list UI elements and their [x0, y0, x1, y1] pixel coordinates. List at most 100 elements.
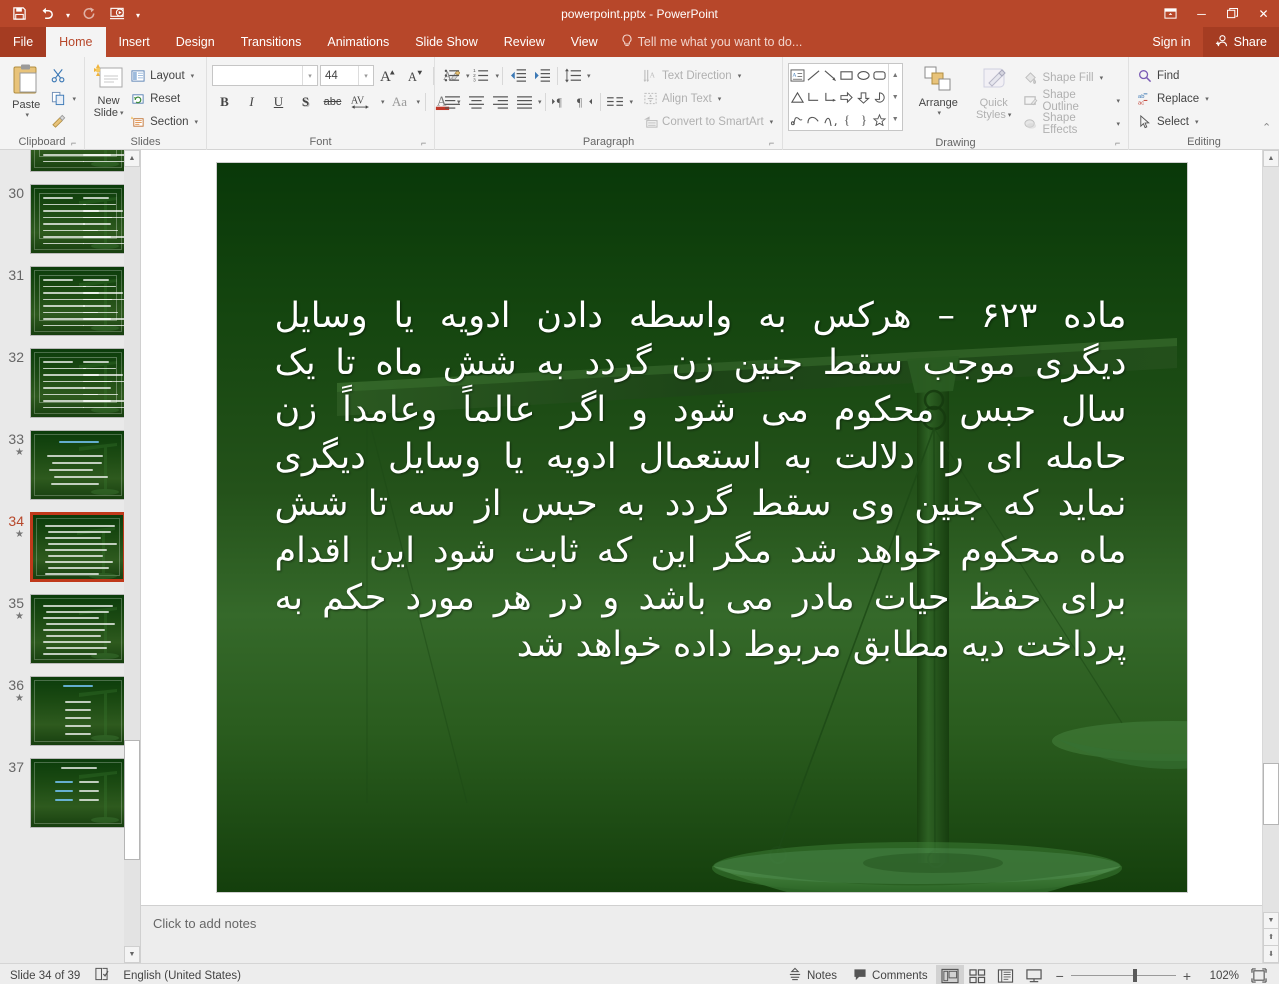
italic-button[interactable]: I — [239, 90, 264, 113]
columns-dropdown-icon[interactable]: ▾ — [630, 98, 634, 106]
tab-home[interactable]: Home — [46, 27, 106, 57]
center-button[interactable] — [464, 90, 488, 113]
start-slideshow-icon[interactable] — [104, 3, 130, 25]
new-slide-dropdown-icon[interactable]: ▾ — [120, 109, 124, 117]
increase-indent-button[interactable] — [530, 64, 554, 87]
shape-elbow-arrow-connector[interactable] — [822, 86, 838, 108]
redo-icon[interactable] — [76, 3, 102, 25]
scroll-thumb[interactable] — [1263, 763, 1279, 825]
ribbon-display-options-icon[interactable] — [1155, 0, 1186, 27]
shape-right-brace[interactable]: } — [855, 108, 871, 130]
text-shadow-button[interactable]: S — [293, 90, 318, 113]
change-case-button[interactable]: Aa — [387, 90, 413, 113]
reset-button[interactable]: Reset — [127, 87, 201, 110]
cut-button[interactable] — [47, 64, 79, 87]
animation-star-icon[interactable]: ★ — [0, 529, 30, 540]
align-right-button[interactable] — [488, 90, 512, 113]
spellcheck-icon[interactable] — [94, 967, 109, 984]
thumb-scroll-up-button[interactable]: ▲ — [124, 150, 140, 167]
minimize-button[interactable]: ─ — [1186, 0, 1217, 27]
undo-dropdown-icon[interactable]: ▾ — [62, 3, 74, 25]
next-slide-button[interactable]: ⬇ — [1263, 946, 1279, 963]
left-to-right-button[interactable]: ¶ — [549, 90, 573, 113]
font-name-dropdown-icon[interactable]: ▾ — [302, 66, 317, 85]
slide-thumbnail-item[interactable]: 35 ★ — [0, 588, 140, 670]
slide-vertical-scrollbar[interactable]: ▲ ▼ ⬆ ⬇ — [1262, 150, 1279, 963]
text-direction-button[interactable]: A Text Direction ▾ — [639, 64, 776, 87]
shape-arrow[interactable] — [822, 64, 838, 86]
shape-fill-dropdown-icon[interactable]: ▾ — [1100, 74, 1104, 82]
slide-thumbnail-item[interactable]: 31 — [0, 260, 140, 342]
increase-font-size-button[interactable]: A — [376, 64, 401, 87]
text-direction-dropdown-icon[interactable]: ▾ — [738, 72, 742, 80]
paste-dropdown-icon[interactable]: ▾ — [25, 111, 29, 119]
slide-thumbnail-item[interactable]: 34 ★ — [0, 506, 140, 588]
language-indicator[interactable]: English (United States) — [123, 970, 241, 982]
decrease-indent-button[interactable] — [506, 64, 530, 87]
tab-view[interactable]: View — [558, 27, 611, 57]
select-button[interactable]: Select ▾ — [1134, 110, 1212, 133]
font-dialog-launcher[interactable]: ⌐ — [421, 138, 432, 149]
slide-thumbnail-item[interactable]: 30 — [0, 178, 140, 260]
layout-button[interactable]: Layout ▾ — [127, 64, 201, 87]
notes-toggle-button[interactable]: Notes — [780, 964, 845, 984]
view-normal-button[interactable] — [935, 964, 964, 984]
shape-effects-dropdown-icon[interactable]: ▾ — [1116, 120, 1120, 128]
shape-right-arrow[interactable] — [838, 86, 854, 108]
slide-thumbnail-item[interactable]: 36 ★ — [0, 670, 140, 752]
slide-thumbnail-item[interactable]: 29 — [0, 150, 140, 178]
bullets-button[interactable] — [440, 64, 464, 87]
layout-dropdown-icon[interactable]: ▾ — [191, 72, 195, 80]
find-button[interactable]: Find — [1134, 64, 1212, 87]
character-spacing-button[interactable]: AV — [347, 90, 377, 113]
notes-pane[interactable]: Click to add notes — [141, 905, 1262, 963]
share-button[interactable]: Share — [1202, 27, 1279, 57]
zoom-in-button[interactable]: + — [1183, 968, 1191, 984]
align-text-button[interactable]: Align Text ▾ — [639, 87, 776, 110]
arrange-button[interactable]: Arrange ▾ — [909, 63, 968, 117]
tab-review[interactable]: Review — [491, 27, 558, 57]
clipboard-dialog-launcher[interactable]: ⌐ — [71, 138, 82, 149]
section-dropdown-icon[interactable]: ▾ — [194, 118, 198, 126]
slide-thumbnail-preview[interactable] — [30, 512, 126, 582]
numbering-button[interactable]: 123 — [470, 64, 494, 87]
scroll-track[interactable] — [1263, 167, 1279, 912]
shape-down-arrow[interactable] — [855, 86, 871, 108]
change-case-dropdown-icon[interactable]: ▾ — [417, 98, 421, 106]
shapes-scroll-up-icon[interactable]: ▲ — [889, 64, 902, 86]
slide-thumbnail-preview[interactable] — [30, 594, 126, 664]
section-button[interactable]: Section ▾ — [127, 110, 201, 133]
align-text-dropdown-icon[interactable]: ▾ — [718, 95, 722, 103]
shape-star[interactable] — [871, 108, 887, 130]
convert-to-smartart-button[interactable]: Convert to SmartArt ▾ — [639, 110, 776, 133]
shape-left-brace[interactable]: { — [838, 108, 854, 130]
font-size-dropdown-icon[interactable]: ▾ — [358, 66, 373, 85]
view-slide-sorter-button[interactable] — [964, 965, 992, 984]
shape-arc[interactable] — [822, 108, 838, 130]
slide-thumbnail-item[interactable]: 37 — [0, 752, 140, 834]
scroll-up-button[interactable]: ▲ — [1263, 150, 1279, 167]
arrange-dropdown-icon[interactable]: ▾ — [938, 109, 942, 117]
copy-button[interactable]: ▾ — [47, 87, 79, 110]
strikethrough-button[interactable]: abc — [320, 90, 345, 113]
animation-star-icon[interactable]: ★ — [0, 611, 30, 622]
paste-button[interactable]: Paste ▾ — [5, 61, 47, 119]
decrease-font-size-button[interactable]: A — [403, 64, 428, 87]
slide-thumbnail-panel[interactable]: 2930313233★34★35★36★37 ▲ ▼ — [0, 150, 141, 963]
slide-thumbnail-preview[interactable] — [30, 430, 126, 500]
slide-counter[interactable]: Slide 34 of 39 — [10, 970, 80, 982]
copy-dropdown-icon[interactable]: ▾ — [72, 95, 76, 103]
select-dropdown-icon[interactable]: ▾ — [1195, 118, 1199, 126]
shape-elbow-connector[interactable] — [805, 86, 821, 108]
tab-file[interactable]: File — [0, 27, 47, 57]
shapes-scroll-down-icon[interactable]: ▼ — [889, 86, 902, 108]
smartart-dropdown-icon[interactable]: ▾ — [770, 118, 774, 126]
slide-thumbnail-preview[interactable] — [30, 348, 126, 418]
bold-button[interactable]: B — [212, 90, 237, 113]
quick-styles-dropdown-icon[interactable]: ▾ — [1008, 111, 1012, 119]
paragraph-dialog-launcher[interactable]: ⌐ — [769, 138, 780, 149]
shape-scribble[interactable] — [789, 108, 805, 130]
customize-qat-icon[interactable]: ▾ — [132, 3, 144, 25]
undo-icon[interactable] — [34, 3, 60, 25]
underline-button[interactable]: U — [266, 90, 291, 113]
